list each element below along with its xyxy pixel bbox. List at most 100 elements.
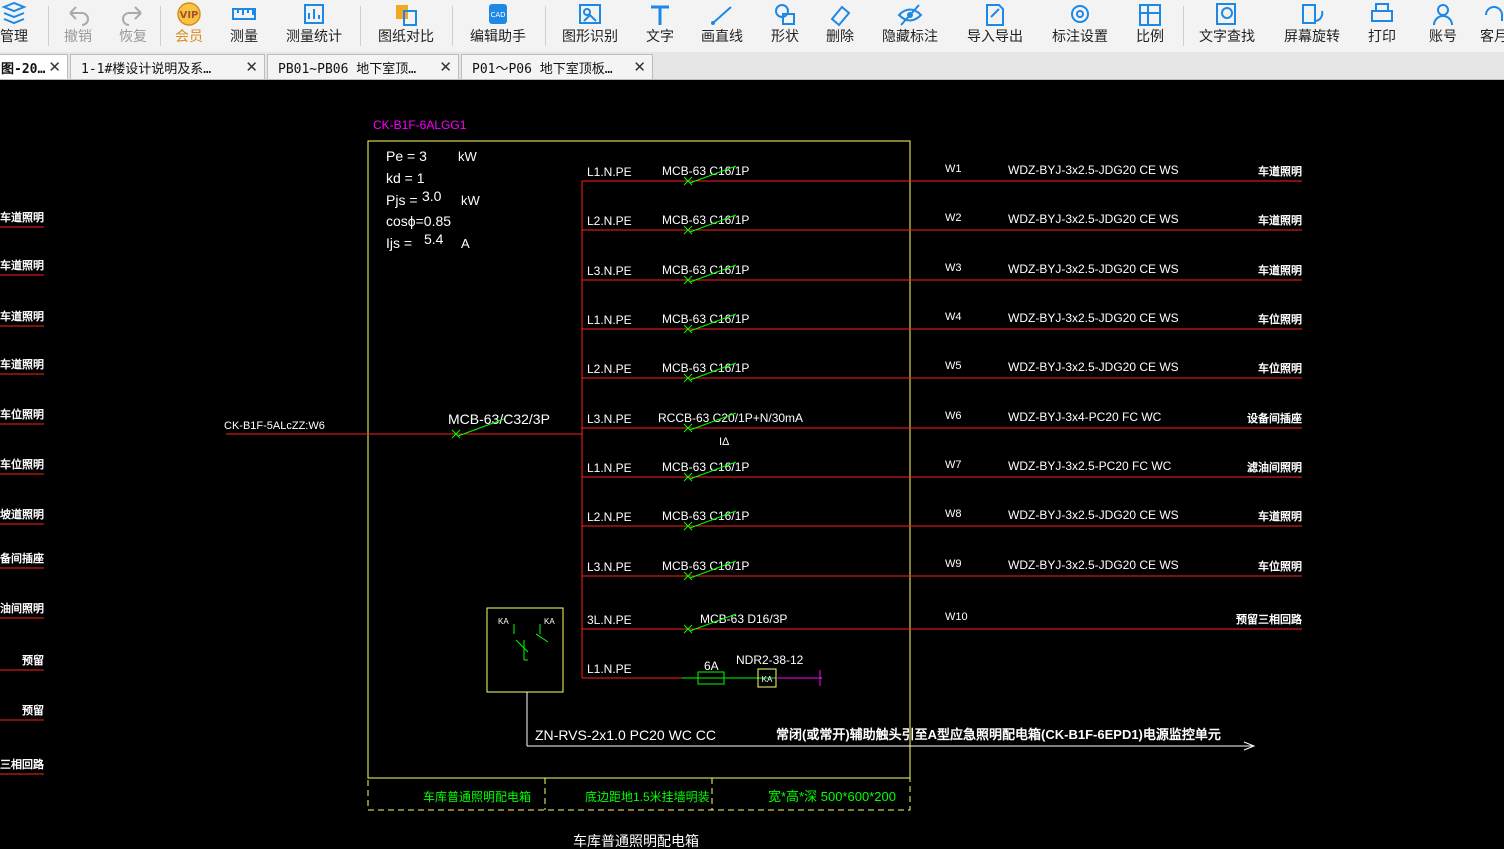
toolbar-button-layers[interactable]: 管理 bbox=[0, 0, 44, 52]
shape-recognize-icon bbox=[579, 4, 601, 24]
toolbar-button-redo[interactable]: 恢复 bbox=[103, 0, 163, 52]
control-cable-label: ZN-RVS-2x1.0 PC20 WC CC bbox=[535, 727, 716, 743]
toolbar-button-rotate-screen[interactable]: 屏幕旋转 bbox=[1282, 0, 1342, 52]
circuit-cable: WDZ-BYJ-3x2.5-JDG20 CE WS bbox=[1008, 262, 1179, 276]
toolbar-button-service[interactable]: 客月 bbox=[1464, 0, 1504, 52]
cad-edit-icon: CAD bbox=[489, 4, 507, 24]
circuit-cable: WDZ-BYJ-3x2.5-JDG20 CE WS bbox=[1008, 508, 1179, 522]
left-load-label: 坡道照明 bbox=[0, 507, 44, 521]
relay-label: NDR2-38-12 bbox=[736, 653, 804, 667]
incoming-source: CK-B1F-5ALcZZ:W6 bbox=[224, 420, 325, 432]
drawing-canvas[interactable]: CK-B1F-6ALGG1 Pe = 3 kW kd = 1 Pjs = 3.0 kW cos… bbox=[0, 80, 1504, 849]
circuit-load: 车道照明 bbox=[1258, 213, 1302, 227]
undo-icon bbox=[69, 6, 89, 26]
circuit-id: W10 bbox=[945, 611, 968, 623]
control-note: 常闭(或常开)辅助触头引至A型应急照明配电箱(CK-B1F-6EPD1)电源监控… bbox=[776, 727, 1221, 742]
toolbar-button-import-export[interactable]: 导入导出 bbox=[965, 0, 1025, 52]
toolbar-button-annotation-settings[interactable]: 标注设置 bbox=[1050, 0, 1110, 52]
eye-hide-icon bbox=[897, 4, 923, 26]
layers-icon bbox=[1, 1, 27, 25]
compare-icon bbox=[396, 5, 417, 26]
tab-label: 图-20… bbox=[1, 61, 46, 77]
toolbar-button-shape-recognize[interactable]: 图形识别 bbox=[560, 0, 620, 52]
close-icon[interactable]: ✕ bbox=[439, 58, 452, 76]
param-pe: Pe = 3 bbox=[386, 148, 427, 164]
close-icon[interactable]: ✕ bbox=[245, 58, 258, 76]
ruler-icon bbox=[232, 8, 256, 20]
left-load-label: 预留三相回路 bbox=[0, 757, 45, 771]
toolbar-button-ruler[interactable]: 测量 bbox=[214, 0, 274, 52]
toolbar-label: 编辑助手 bbox=[470, 29, 526, 45]
circuit-cable: WDZ-BYJ-3x2.5-JDG20 CE WS bbox=[1008, 163, 1179, 177]
document-tab[interactable]: P01～P06 地下室顶板… ✕ bbox=[461, 54, 653, 79]
circuit-breaker: RCCB-63 C20/1P+N/30mA bbox=[658, 411, 803, 425]
param-ijs-unit: A bbox=[461, 236, 470, 251]
toolbar-button-cad-edit[interactable]: CAD 编辑助手 bbox=[468, 0, 528, 52]
toolbar-button-vip[interactable]: VIP 会员 bbox=[159, 0, 219, 52]
param-pjs-value: 3.0 bbox=[422, 188, 442, 204]
footer-label: 底边距地1.5米挂墙明装 bbox=[585, 789, 710, 804]
close-icon[interactable]: ✕ bbox=[633, 58, 646, 76]
toolbar-button-shape[interactable]: 形状 bbox=[755, 0, 815, 52]
toolbar-separator bbox=[160, 6, 161, 46]
left-load-label: 设备间插座 bbox=[0, 551, 44, 565]
circuit-load: 设备间插座 bbox=[1247, 411, 1302, 425]
toolbar-label: 撤销 bbox=[64, 29, 92, 45]
left-load-label: 车位照明 bbox=[0, 457, 44, 471]
toolbar-button-compare[interactable]: 图纸对比 bbox=[376, 0, 436, 52]
drawing-caption: 车库普通照明配电箱 bbox=[573, 833, 699, 849]
ka-label-left: KA bbox=[498, 617, 509, 626]
circuit-id: W4 bbox=[945, 311, 962, 323]
toolbar-separator bbox=[360, 6, 361, 46]
relay-ka-label: KA bbox=[762, 675, 773, 684]
toolbar-label: 导入导出 bbox=[967, 29, 1023, 45]
circuit-cable: WDZ-BYJ-3x4-PC20 FC WC bbox=[1008, 410, 1162, 424]
left-load-label: 预留 bbox=[22, 653, 44, 667]
circuit-cable: WDZ-BYJ-3x2.5-JDG20 CE WS bbox=[1008, 558, 1179, 572]
rccb-mark: IΔ bbox=[719, 436, 730, 448]
document-tab[interactable]: 1-1#楼设计说明及系… ✕ bbox=[70, 54, 265, 79]
toolbar-separator bbox=[48, 6, 49, 46]
panel-id: CK-B1F-6ALGG1 bbox=[373, 118, 467, 132]
toolbar-label: 文字 bbox=[646, 29, 674, 45]
circuit-phase: L1.N.PE bbox=[587, 461, 632, 475]
circuit-phase: L1.N.PE bbox=[587, 662, 632, 676]
toolbar-label: 测量统计 bbox=[286, 29, 342, 45]
circuit-cable: WDZ-BYJ-3x2.5-JDG20 CE WS bbox=[1008, 212, 1179, 226]
toolbar-label: 客月 bbox=[1480, 29, 1504, 45]
tab-label: P01～P06 地下室顶板… bbox=[472, 61, 613, 77]
toolbar-label: 管理 bbox=[0, 29, 28, 45]
toolbar-separator bbox=[545, 6, 546, 46]
footer-label: 宽*高*深 500*600*200 bbox=[768, 789, 896, 804]
toolbar-label: 删除 bbox=[826, 29, 854, 45]
circuit-phase: L3.N.PE bbox=[587, 560, 632, 574]
toolbar-button-eye-hide[interactable]: 隐藏标注 bbox=[880, 0, 940, 52]
toolbar-button-undo[interactable]: 撤销 bbox=[48, 0, 108, 52]
document-tab[interactable]: PB01~PB06 地下室顶… ✕ bbox=[267, 54, 459, 79]
toolbar-label: 画直线 bbox=[701, 29, 743, 45]
svg-text:CAD: CAD bbox=[490, 11, 505, 19]
toolbar-button-text-search[interactable]: 文字查找 bbox=[1197, 0, 1257, 52]
annotation-settings-icon bbox=[1071, 5, 1089, 23]
toolbar-button-printer[interactable]: 打印 bbox=[1352, 0, 1412, 52]
toolbar-button-scale[interactable]: 比例 bbox=[1120, 0, 1180, 52]
toolbar-label: 比例 bbox=[1136, 29, 1164, 45]
svg-text:VIP: VIP bbox=[180, 10, 199, 21]
ka-contact bbox=[515, 639, 529, 653]
cad-drawing[interactable]: CK-B1F-6ALGG1 Pe = 3 kW kd = 1 Pjs = 3.0 kW cos… bbox=[0, 80, 1504, 849]
toolbar-label: 屏幕旋转 bbox=[1284, 29, 1340, 45]
toolbar-button-measure-stats[interactable]: 测量统计 bbox=[284, 0, 344, 52]
toolbar-button-eraser[interactable]: 删除 bbox=[810, 0, 870, 52]
toolbar-label: 恢复 bbox=[119, 29, 147, 45]
circuit-breaker: MCB-63 D16/3P bbox=[700, 612, 787, 626]
document-tab[interactable]: 图-20… ✕ bbox=[0, 54, 68, 79]
toolbar-button-line[interactable]: 画直线 bbox=[692, 0, 752, 52]
circuit-phase: L2.N.PE bbox=[587, 510, 632, 524]
close-icon[interactable]: ✕ bbox=[48, 58, 61, 76]
tab-bar: 图-20… ✕ 1-1#楼设计说明及系… ✕ PB01~PB06 地下室顶… ✕ P01～P… bbox=[0, 52, 1504, 80]
toolbar-label: 隐藏标注 bbox=[882, 29, 938, 45]
circuit-phase: L2.N.PE bbox=[587, 214, 632, 228]
toolbar-button-text[interactable]: 文字 bbox=[630, 0, 690, 52]
circuit-phase: 3L.N.PE bbox=[587, 613, 632, 627]
circuit-breaker: MCB-63 C16/1P bbox=[662, 213, 749, 227]
